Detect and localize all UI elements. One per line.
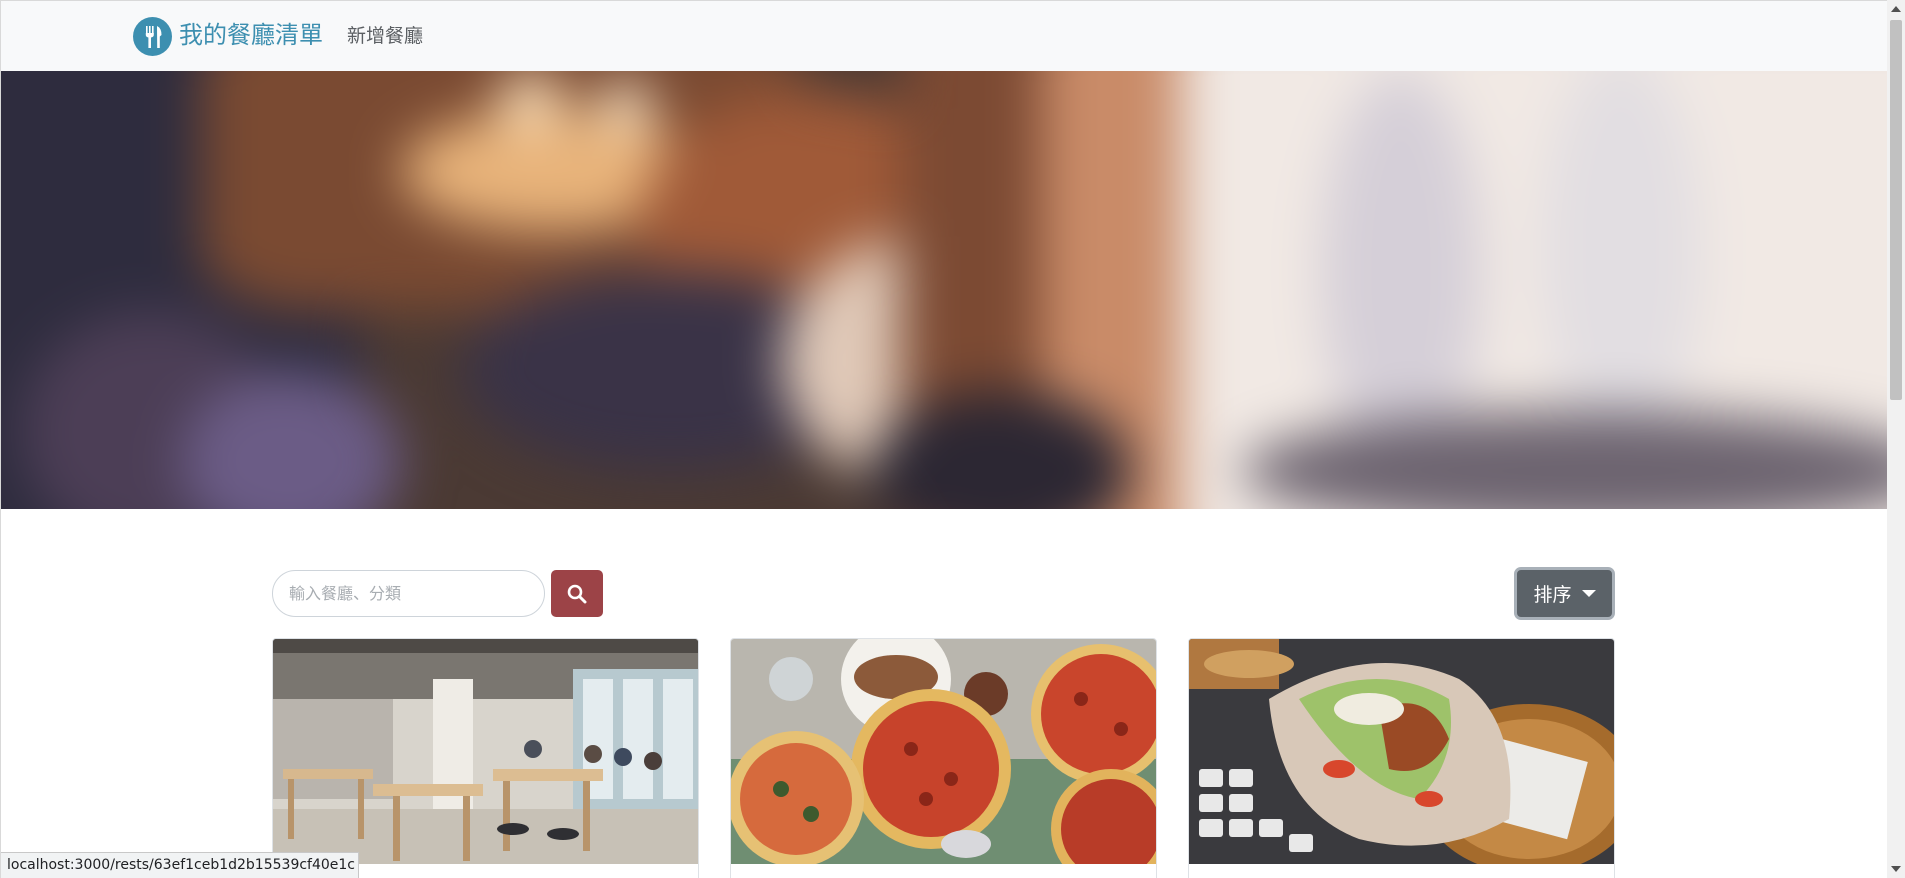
- navbar: 我的餐廳清單 新增餐廳: [1, 1, 1888, 71]
- search-button[interactable]: [551, 570, 603, 617]
- browser-status-bar-url: localhost:3000/rests/63ef1ceb1d2b15539cf…: [1, 852, 359, 878]
- scroll-up-icon[interactable]: [1891, 6, 1901, 12]
- browser-viewport: 我的餐廳清單 新增餐廳 輸入餐廳、分類 排序 localhost:3000/re…: [0, 0, 1905, 878]
- hero-banner-image: [1, 71, 1888, 509]
- brand-title[interactable]: 我的餐廳清單: [179, 18, 323, 52]
- restaurant-card-image: [273, 639, 698, 864]
- restaurant-card[interactable]: [1188, 638, 1615, 878]
- vertical-scrollbar[interactable]: [1887, 0, 1905, 878]
- search-input[interactable]: [272, 570, 545, 617]
- utensils-icon[interactable]: [133, 17, 172, 56]
- restaurant-card-image: [1189, 639, 1614, 864]
- caret-down-icon: [1581, 590, 1596, 597]
- sort-label: 排序: [1533, 584, 1572, 606]
- restaurant-card-image: [731, 639, 1156, 864]
- search-icon: [567, 584, 587, 603]
- nav-link-add-restaurant[interactable]: 新增餐廳: [347, 22, 423, 50]
- scroll-down-icon[interactable]: [1891, 866, 1901, 872]
- sort-dropdown-button[interactable]: 排序: [1514, 567, 1615, 620]
- scrollbar-thumb[interactable]: [1890, 20, 1902, 400]
- restaurant-card[interactable]: [272, 638, 699, 878]
- restaurant-card[interactable]: [730, 638, 1157, 878]
